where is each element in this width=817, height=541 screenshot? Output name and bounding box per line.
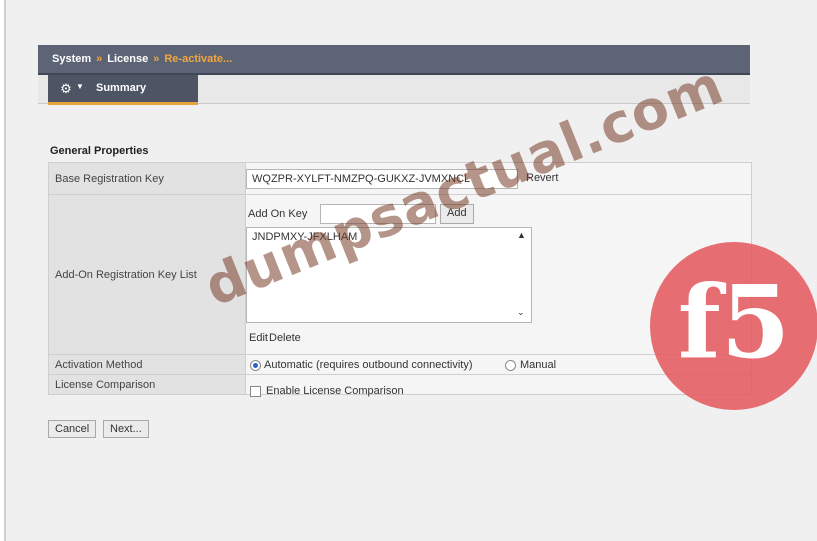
chevron-down-icon[interactable]: ▼ <box>76 82 84 91</box>
license-comparison-label: Enable License Comparison <box>266 385 404 397</box>
section-title: General Properties <box>50 145 149 157</box>
breadcrumb-separator: » <box>153 53 160 65</box>
breadcrumb-system[interactable]: System <box>52 53 91 65</box>
license-comparison-checkbox[interactable] <box>250 386 261 397</box>
breadcrumb-current: Re-activate... <box>164 53 233 65</box>
breadcrumb-separator: » <box>96 53 103 65</box>
breadcrumb-bar: System » License » Re-activate... <box>38 45 750 75</box>
gear-icon[interactable]: ⚙ <box>58 81 74 97</box>
tab-summary[interactable]: ⚙ ▼ Summary <box>48 75 198 105</box>
activation-label: Activation Method <box>48 354 246 375</box>
automatic-radio-label: Automatic (requires outbound connectivit… <box>264 359 473 371</box>
screen: System » License » Re-activate... ⚙ ▼ Summar… <box>4 0 817 541</box>
next-button[interactable]: Next... <box>103 420 149 438</box>
tab-summary-label: Summary <box>96 82 147 94</box>
manual-radio[interactable] <box>505 360 516 371</box>
chevron-down-icon[interactable]: ⌄ <box>517 307 525 318</box>
f5-logo: f5 <box>650 242 817 410</box>
delete-button[interactable]: Delete <box>269 332 301 344</box>
manual-radio-label: Manual <box>520 359 557 371</box>
automatic-radio[interactable] <box>250 360 261 371</box>
base-key-label: Base Registration Key <box>48 162 246 195</box>
edit-button[interactable]: Edit <box>249 332 268 344</box>
scroll-up-icon[interactable]: ▲ <box>517 230 526 240</box>
breadcrumb: System » License » Re-activate... <box>52 53 232 65</box>
comparison-label: License Comparison <box>48 374 246 395</box>
breadcrumb-license[interactable]: License <box>107 53 148 65</box>
cancel-button[interactable]: Cancel <box>48 420 97 438</box>
f5-logo-text: f5 <box>677 263 791 381</box>
